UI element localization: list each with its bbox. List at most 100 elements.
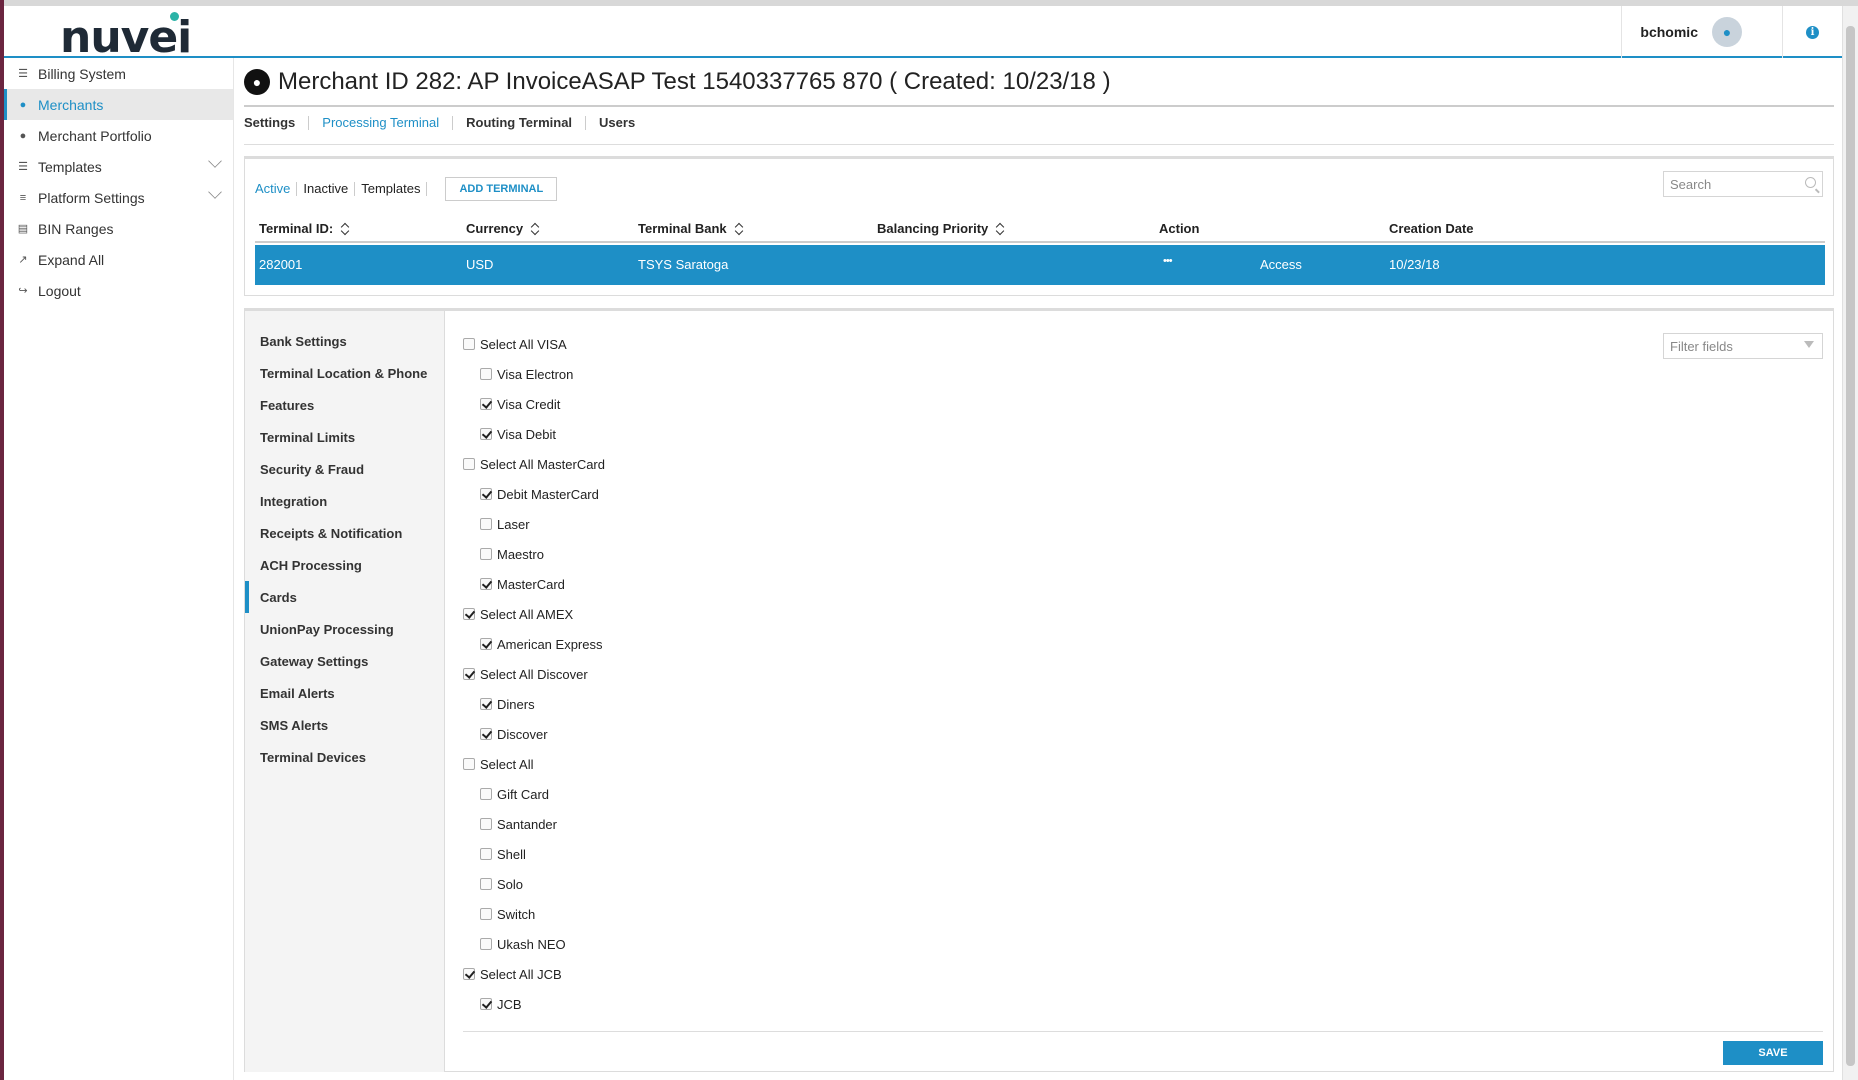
card-option[interactable]: MasterCard	[463, 569, 605, 599]
save-button[interactable]: SAVE	[1723, 1041, 1823, 1065]
card-option[interactable]: Visa Debit	[463, 419, 605, 449]
nav-receipts-notification[interactable]: Receipts & Notification	[245, 517, 444, 549]
sidebar-item-expand-all[interactable]: ↗ Expand All	[4, 244, 233, 275]
checkbox[interactable]	[480, 578, 492, 590]
sidebar-item-templates[interactable]: ☰ Templates	[4, 151, 233, 182]
sidebar-item-logout[interactable]: ↪ Logout	[4, 275, 233, 306]
card-option[interactable]: Shell	[463, 839, 605, 869]
checkbox[interactable]	[480, 428, 492, 440]
chevron-down-icon[interactable]	[208, 185, 222, 199]
nav-terminal-limits[interactable]: Terminal Limits	[245, 421, 444, 453]
card-option[interactable]: Diners	[463, 689, 605, 719]
sidebar-item-bin-ranges[interactable]: ▤ BIN Ranges	[4, 213, 233, 244]
card-option[interactable]: Select All JCB	[463, 959, 605, 989]
column-terminal-bank[interactable]: Terminal Bank	[638, 221, 743, 236]
checkbox[interactable]	[463, 608, 475, 620]
tab-routing-terminal[interactable]: Routing Terminal	[453, 116, 587, 130]
tab-settings[interactable]: Settings	[244, 116, 310, 130]
subtab-inactive[interactable]: Inactive	[297, 182, 356, 196]
column-terminal-id[interactable]: Terminal ID:	[259, 221, 349, 236]
checkbox[interactable]	[480, 548, 492, 560]
sort-icon[interactable]	[341, 223, 349, 235]
column-balancing-priority[interactable]: Balancing Priority	[877, 221, 1004, 236]
nav-terminal-location[interactable]: Terminal Location & Phone	[245, 357, 444, 389]
checkbox[interactable]	[480, 368, 492, 380]
card-option[interactable]: Visa Credit	[463, 389, 605, 419]
nav-terminal-devices[interactable]: Terminal Devices	[245, 741, 444, 773]
checkbox[interactable]	[480, 938, 492, 950]
nav-security-fraud[interactable]: Security & Fraud	[245, 453, 444, 485]
checkbox[interactable]	[480, 518, 492, 530]
filter-icon[interactable]	[1804, 341, 1814, 348]
user-menu[interactable]: bchomic ●	[1621, 6, 1742, 58]
card-option[interactable]: Ukash NEO	[463, 929, 605, 959]
card-option[interactable]: Laser	[463, 509, 605, 539]
checkbox[interactable]	[463, 458, 475, 470]
page-scrollbar[interactable]	[1842, 6, 1858, 1080]
checkbox[interactable]	[480, 728, 492, 740]
add-terminal-button[interactable]: ADD TERMINAL	[445, 177, 558, 201]
subtab-templates[interactable]: Templates	[355, 182, 428, 196]
nav-cards[interactable]: Cards	[245, 581, 444, 613]
checkbox[interactable]	[480, 398, 492, 410]
checkbox[interactable]	[480, 698, 492, 710]
card-option[interactable]: JCB	[463, 989, 605, 1019]
more-actions-icon[interactable]: •••	[1163, 255, 1173, 267]
card-option[interactable]: Maestro	[463, 539, 605, 569]
checkbox[interactable]	[480, 788, 492, 800]
card-option[interactable]: Debit MasterCard	[463, 479, 605, 509]
column-currency[interactable]: Currency	[466, 221, 539, 236]
tab-users[interactable]: Users	[586, 116, 648, 130]
checkbox[interactable]	[480, 488, 492, 500]
search-input[interactable]: Search	[1663, 171, 1823, 197]
checkbox[interactable]	[463, 668, 475, 680]
card-option[interactable]: Select All	[463, 749, 605, 779]
checkbox[interactable]	[480, 848, 492, 860]
table-row[interactable]: 282001 USD TSYS Saratoga ••• Access 10/2…	[255, 245, 1825, 285]
card-option[interactable]: Switch	[463, 899, 605, 929]
checkbox[interactable]	[463, 968, 475, 980]
checkbox[interactable]	[480, 818, 492, 830]
sort-icon[interactable]	[531, 223, 539, 235]
sort-icon[interactable]	[735, 223, 743, 235]
card-option[interactable]: American Express	[463, 629, 605, 659]
sidebar-item-merchants[interactable]: ● Merchants	[4, 89, 233, 120]
chevron-down-icon[interactable]	[208, 154, 222, 168]
info-icon[interactable]: i	[1806, 25, 1819, 39]
card-option[interactable]: Santander	[463, 809, 605, 839]
nav-integration[interactable]: Integration	[245, 485, 444, 517]
card-option[interactable]: Gift Card	[463, 779, 605, 809]
nav-sms-alerts[interactable]: SMS Alerts	[245, 709, 444, 741]
sidebar-item-platform-settings[interactable]: ≡ Platform Settings	[4, 182, 233, 213]
search-icon[interactable]	[1805, 177, 1816, 188]
subtab-active[interactable]: Active	[255, 182, 298, 196]
checkbox[interactable]	[480, 998, 492, 1010]
checkbox[interactable]	[480, 908, 492, 920]
card-option[interactable]: Visa Electron	[463, 359, 605, 389]
card-option[interactable]: Select All MasterCard	[463, 449, 605, 479]
sidebar-item-merchant-portfolio[interactable]: ● Merchant Portfolio	[4, 120, 233, 151]
checkbox[interactable]	[480, 638, 492, 650]
username[interactable]: bchomic	[1640, 24, 1698, 40]
info-button[interactable]: i	[1782, 6, 1842, 58]
tab-processing-terminal[interactable]: Processing Terminal	[309, 116, 454, 130]
card-option[interactable]: Discover	[463, 719, 605, 749]
sort-icon[interactable]	[996, 223, 1004, 235]
user-icon[interactable]: ●	[1712, 17, 1742, 47]
nav-email-alerts[interactable]: Email Alerts	[245, 677, 444, 709]
card-option[interactable]: Solo	[463, 869, 605, 899]
card-option[interactable]: Select All Discover	[463, 659, 605, 689]
scrollbar-thumb[interactable]	[1846, 26, 1855, 1066]
nav-bank-settings[interactable]: Bank Settings	[245, 325, 444, 357]
filter-fields-input[interactable]: Filter fields	[1663, 333, 1823, 359]
nav-unionpay-processing[interactable]: UnionPay Processing	[245, 613, 444, 645]
nav-features[interactable]: Features	[245, 389, 444, 421]
access-link[interactable]: Access	[1260, 257, 1302, 272]
sidebar-item-billing-system[interactable]: ☰ Billing System	[4, 58, 233, 89]
checkbox[interactable]	[463, 758, 475, 770]
nav-ach-processing[interactable]: ACH Processing	[245, 549, 444, 581]
card-option[interactable]: Select All VISA	[463, 329, 605, 359]
checkbox[interactable]	[480, 878, 492, 890]
checkbox[interactable]	[463, 338, 475, 350]
card-option[interactable]: Select All AMEX	[463, 599, 605, 629]
